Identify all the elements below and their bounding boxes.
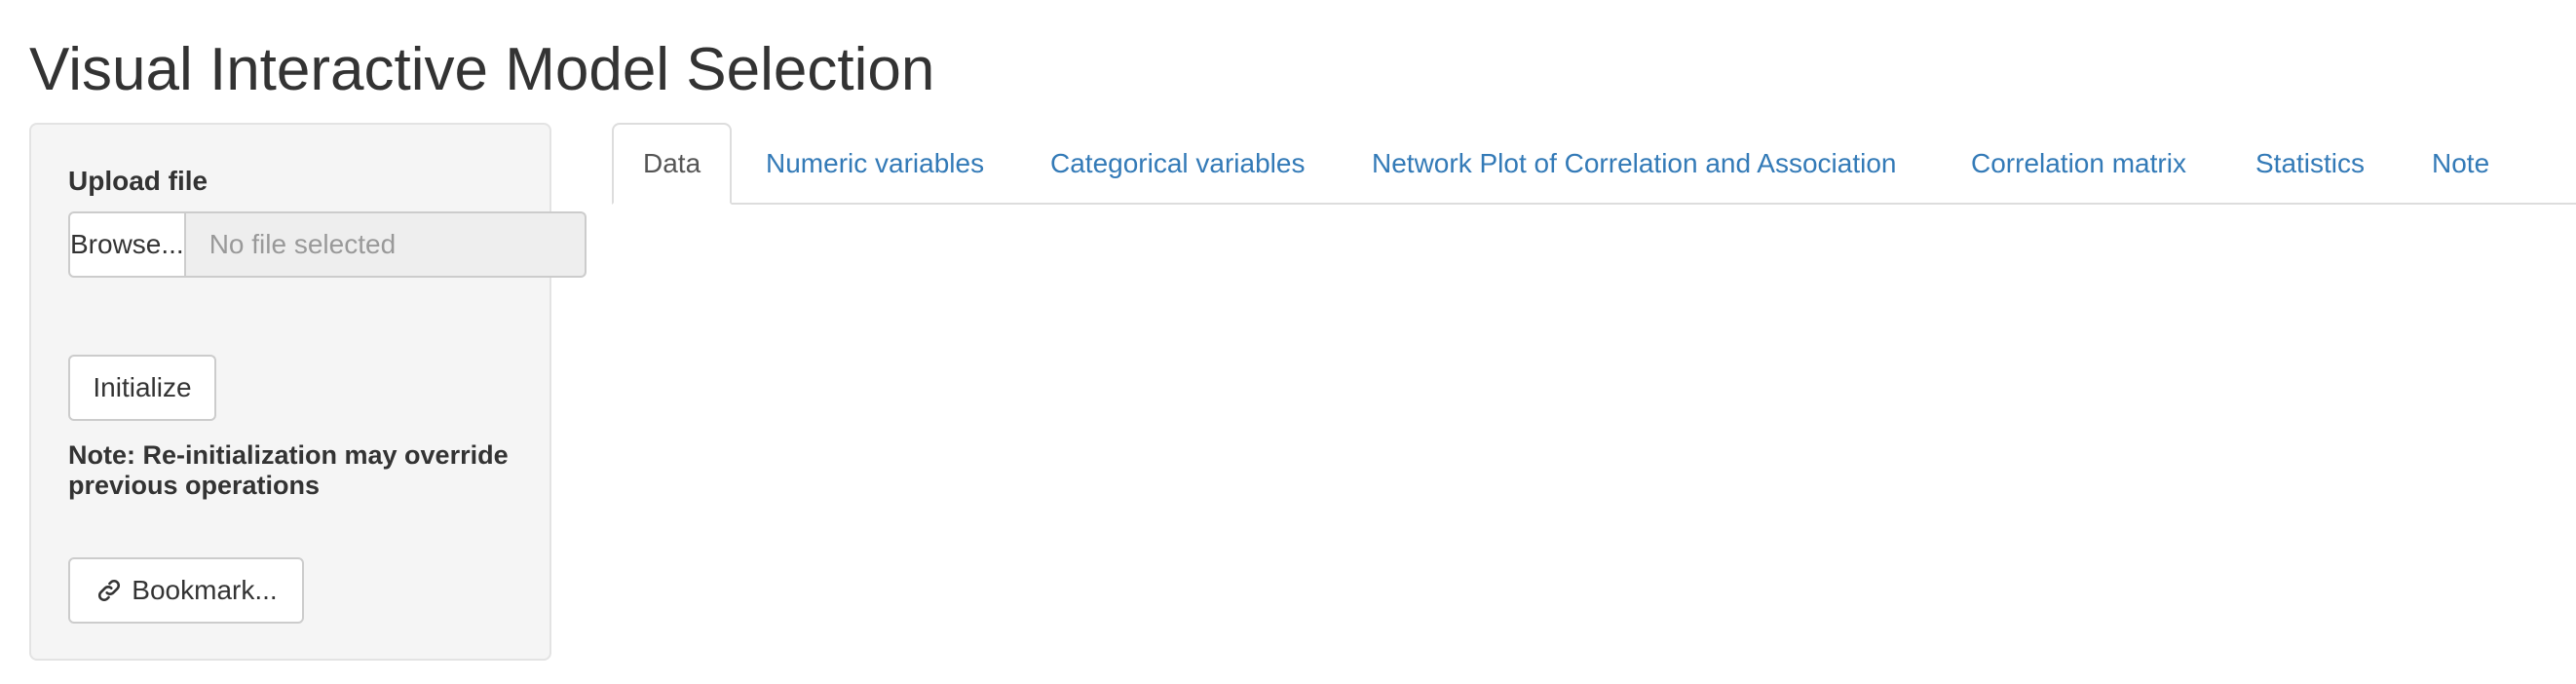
tab-note[interactable]: Note: [2432, 123, 2489, 205]
reinitialization-note: Note: Re-initialization may override pre…: [68, 440, 509, 500]
bookmark-button[interactable]: Bookmark...: [68, 557, 304, 624]
link-icon: [95, 576, 124, 605]
upload-file-label: Upload file: [68, 166, 208, 196]
tab-numeric-variables[interactable]: Numeric variables: [766, 123, 984, 205]
tab-statistics[interactable]: Statistics: [2255, 123, 2365, 205]
page-title: Visual Interactive Model Selection: [29, 36, 935, 103]
tab-categorical-variables[interactable]: Categorical variables: [1050, 123, 1305, 205]
tab-network-plot[interactable]: Network Plot of Correlation and Associat…: [1372, 123, 1897, 205]
browse-button[interactable]: Browse...: [68, 211, 186, 278]
tab-correlation-matrix[interactable]: Correlation matrix: [1971, 123, 2186, 205]
bookmark-label: Bookmark...: [132, 575, 278, 605]
tab-bar: Data Numeric variables Categorical varia…: [612, 123, 2576, 205]
sidebar-panel: Upload file Browse... Initialize Note: R…: [29, 123, 587, 661]
tab-content-area: [612, 205, 2560, 663]
initialize-button[interactable]: Initialize: [68, 355, 216, 421]
file-name-field[interactable]: [185, 211, 587, 278]
file-input-group: Browse...: [68, 211, 587, 278]
tab-data[interactable]: Data: [612, 123, 733, 205]
